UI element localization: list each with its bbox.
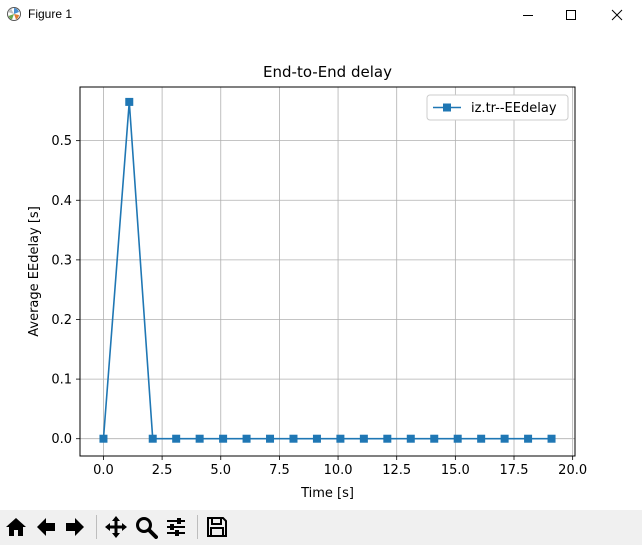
close-icon — [611, 9, 623, 21]
series-line — [102, 101, 552, 440]
x-axis-ticks: 0.0 2.5 5.0 7.5 10.0 12.5 15.0 17.5 20.0 — [93, 456, 587, 478]
y-tick-label: 0.1 — [51, 373, 72, 388]
minimize-icon — [523, 15, 533, 16]
x-tick-label: 20.0 — [558, 463, 587, 478]
y-tick-label: 0.0 — [51, 432, 72, 447]
x-tick-label: 2.5 — [152, 463, 173, 478]
data-point-marker — [406, 434, 415, 443]
data-point-marker — [125, 97, 134, 106]
zoom-button[interactable] — [132, 513, 160, 541]
data-point-marker — [148, 434, 157, 443]
pan-icon — [105, 516, 127, 538]
data-point-marker — [430, 434, 439, 443]
legend-label: iz.tr--EEdelay — [471, 101, 557, 116]
data-point-marker — [477, 434, 486, 443]
data-point-marker — [336, 434, 345, 443]
data-point-marker — [500, 434, 509, 443]
legend-marker-swatch — [443, 103, 451, 112]
save-icon — [207, 517, 227, 537]
configure-subplots-icon — [167, 518, 185, 536]
x-tick-label: 17.5 — [500, 463, 529, 478]
toolbar-separator — [197, 515, 198, 539]
data-point-marker — [524, 434, 533, 443]
grid-lines — [80, 87, 575, 456]
toolbar-separator — [96, 515, 97, 539]
pan-button[interactable] — [102, 513, 130, 541]
home-icon — [6, 518, 26, 536]
configure-subplots-button[interactable] — [162, 513, 190, 541]
forward-arrow-icon — [66, 518, 84, 536]
data-point-marker — [547, 434, 556, 443]
x-tick-label: 12.5 — [382, 463, 411, 478]
y-axis-ticks: 0.0 0.1 0.2 0.3 0.4 0.5 — [51, 134, 80, 447]
window-titlebar: Figure 1 — [0, 0, 642, 30]
minimize-button[interactable] — [505, 0, 551, 30]
back-button[interactable] — [32, 513, 60, 541]
data-point-marker — [266, 434, 275, 443]
figure-canvas[interactable]: 0.0 2.5 5.0 7.5 10.0 12.5 15.0 17.5 20.0 0.0 0.1 0… — [0, 30, 642, 510]
data-point-marker — [453, 434, 462, 443]
data-point-marker — [312, 434, 321, 443]
x-tick-label: 10.0 — [324, 463, 353, 478]
data-point-marker — [289, 434, 298, 443]
y-tick-label: 0.4 — [51, 194, 72, 209]
matplotlib-icon — [7, 7, 21, 21]
y-tick-label: 0.2 — [51, 313, 72, 328]
chart-title: End-to-End delay — [263, 63, 392, 81]
data-point-marker — [359, 434, 368, 443]
y-tick-label: 0.5 — [51, 134, 72, 149]
data-point-marker — [195, 434, 204, 443]
close-button[interactable] — [594, 0, 640, 30]
home-button[interactable] — [2, 513, 30, 541]
data-point-marker — [99, 434, 108, 443]
legend: iz.tr--EEdelay — [426, 94, 569, 121]
y-axis-label: Average EEdelay [s] — [27, 206, 42, 337]
axes-frame — [79, 86, 576, 457]
forward-button[interactable] — [61, 513, 89, 541]
back-arrow-icon — [37, 518, 55, 536]
x-axis-label: Time [s] — [300, 486, 354, 501]
data-series — [99, 97, 556, 443]
x-tick-label: 0.0 — [93, 463, 114, 478]
x-tick-label: 7.5 — [269, 463, 290, 478]
y-tick-label: 0.3 — [51, 253, 72, 268]
navigation-toolbar — [0, 510, 642, 545]
save-button[interactable] — [203, 513, 231, 541]
data-point-marker — [242, 434, 251, 443]
data-point-marker — [383, 434, 392, 443]
maximize-icon — [566, 10, 576, 20]
x-tick-label: 15.0 — [441, 463, 470, 478]
window-title: Figure 1 — [28, 7, 73, 21]
data-point-marker — [172, 434, 181, 443]
data-point-marker — [219, 434, 228, 443]
x-tick-label: 5.0 — [210, 463, 231, 478]
line-chart: 0.0 2.5 5.0 7.5 10.0 12.5 15.0 17.5 20.0 0.00.10… — [27, 63, 587, 501]
zoom-icon — [136, 517, 158, 539]
maximize-button[interactable] — [548, 0, 594, 30]
